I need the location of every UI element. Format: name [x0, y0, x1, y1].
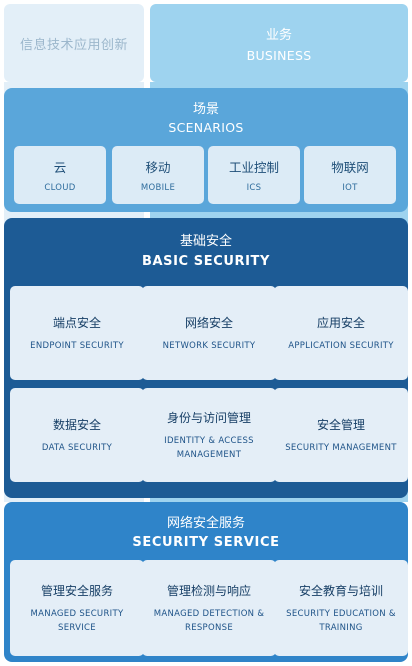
card-application-security: 应用安全 APPLICATION SECURITY	[274, 286, 408, 380]
basic-security-title-en: BASIC SECURITY	[141, 254, 271, 269]
scenario-label-en: MOBILE	[140, 183, 176, 193]
card-endpoint-security: 端点安全 ENDPOINT SECURITY	[10, 286, 144, 380]
card-label-en: ENDPOINT SECURITY	[30, 340, 124, 351]
card-label-zh: 应用安全	[316, 315, 365, 330]
scenario-card-iot: 物联网 IOT	[304, 146, 396, 204]
scenario-card-cloud: 云 CLOUD	[14, 146, 106, 204]
card-label-en: MANAGED DETECTION & RESPONSE	[153, 608, 265, 633]
scenario-label-en: CLOUD	[44, 183, 76, 193]
security-service-title-zh: 网络安全服务	[166, 516, 245, 531]
security-service-title-en: SECURITY SERVICE	[132, 535, 280, 550]
scenario-label-en: IOT	[342, 183, 358, 193]
scenarios-title-en: SCENARIOS	[168, 120, 244, 135]
card-label-en: MANAGED SECURITY SERVICE	[30, 608, 124, 633]
scenarios-title-zh: 场景	[192, 102, 219, 117]
xinchuang-label: 信息技术应用创新	[19, 37, 128, 53]
card-label-zh: 身份与访问管理	[166, 410, 251, 425]
card-label-zh: 端点安全	[52, 315, 101, 330]
card-label-en: IDENTITY & ACCESS MANAGEMENT	[164, 435, 254, 460]
business-title-zh: 业务	[265, 27, 292, 43]
business-header: 业务 BUSINESS	[150, 4, 408, 82]
scenario-label-zh: 云	[53, 160, 67, 175]
card-managed-security-service: 管理安全服务 MANAGED SECURITY SERVICE	[10, 560, 144, 656]
scenario-label-zh: 工业控制	[228, 160, 279, 175]
scenario-label-zh: 物联网	[331, 160, 369, 175]
card-label-zh: 管理安全服务	[40, 583, 113, 598]
card-label-zh: 安全管理	[316, 417, 365, 432]
card-label-en: SECURITY EDUCATION & TRAINING	[286, 608, 396, 633]
scenario-card-mobile: 移动 MOBILE	[112, 146, 204, 204]
card-label-en: NETWORK SECURITY	[162, 340, 256, 351]
scenario-card-ics: 工业控制 ICS	[208, 146, 300, 204]
card-identity-access-management: 身份与访问管理 IDENTITY & ACCESS MANAGEMENT	[142, 388, 276, 482]
card-label-zh: 安全教育与培训	[298, 583, 383, 598]
card-label-zh: 数据安全	[52, 417, 101, 432]
card-label-zh: 管理检测与响应	[166, 583, 251, 598]
card-security-education-training: 安全教育与培训 SECURITY EDUCATION & TRAINING	[274, 560, 408, 656]
card-network-security: 网络安全 NETWORK SECURITY	[142, 286, 276, 380]
scenarios-section: 场景 SCENARIOS 云 CLOUD 移动 MOBILE 工业控制 ICS …	[4, 88, 408, 212]
card-managed-detection-response: 管理检测与响应 MANAGED DETECTION & RESPONSE	[142, 560, 276, 656]
card-security-management: 安全管理 SECURITY MANAGEMENT	[274, 388, 408, 482]
scenario-label-zh: 移动	[145, 160, 171, 175]
card-label-en: SECURITY MANAGEMENT	[285, 442, 397, 453]
card-label-en: DATA SECURITY	[41, 442, 113, 453]
basic-security-title-zh: 基础安全	[179, 234, 232, 249]
xinchuang-header: 信息技术应用创新	[4, 4, 144, 82]
card-label-en: APPLICATION SECURITY	[288, 340, 394, 351]
card-data-security: 数据安全 DATA SECURITY	[10, 388, 144, 482]
scenario-label-en: ICS	[246, 183, 262, 193]
business-title-en: BUSINESS	[246, 47, 312, 63]
security-service-section: 网络安全服务 SECURITY SERVICE 管理安全服务 MANAGED S…	[4, 502, 408, 662]
card-label-zh: 网络安全	[184, 315, 233, 330]
basic-security-section: 基础安全 BASIC SECURITY 端点安全 ENDPOINT SECURI…	[4, 218, 408, 498]
